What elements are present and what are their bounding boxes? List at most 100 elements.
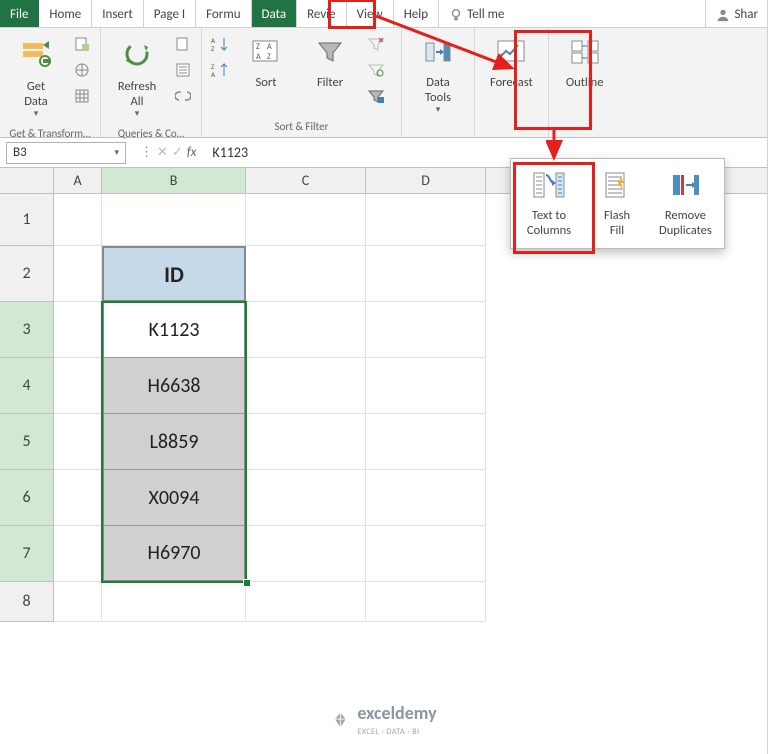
tab-tell-me[interactable]: Tell me <box>439 0 514 27</box>
tell-me-label: Tell me <box>467 7 504 22</box>
cell-D7[interactable] <box>366 526 486 582</box>
data-tools-icon <box>423 37 453 71</box>
cell-B4[interactable]: H6638 <box>102 358 246 414</box>
outline-button[interactable]: Outline <box>555 32 615 95</box>
filter-button[interactable]: Filter <box>300 32 360 95</box>
data-tools-button[interactable]: Data Tools ▾ <box>408 32 468 121</box>
advanced-filter-button[interactable] <box>364 84 388 108</box>
properties-button[interactable] <box>171 58 195 82</box>
cell-D8[interactable] <box>366 582 486 622</box>
cell-C6[interactable] <box>246 470 366 526</box>
group-get-transform: Get Data ▾ Get & Transform… <box>0 28 101 137</box>
lightbulb-icon <box>449 8 463 22</box>
queries-button[interactable] <box>171 32 195 56</box>
forecast-button[interactable]: Forecast <box>481 32 542 95</box>
forecast-icon <box>494 37 528 71</box>
selection-handle[interactable] <box>243 579 251 587</box>
clear-filter-button[interactable] <box>364 32 388 56</box>
cell-C5[interactable] <box>246 414 366 470</box>
row-header-8[interactable]: 8 <box>0 582 54 622</box>
chevron-down-icon: ▾ <box>34 109 39 120</box>
tab-home[interactable]: Home <box>39 0 92 27</box>
cell-A4[interactable] <box>54 358 102 414</box>
sort-asc-button[interactable]: AZ <box>208 32 232 56</box>
row-header-5[interactable]: 5 <box>0 414 54 470</box>
row-header-1[interactable]: 1 <box>0 194 54 246</box>
sort-az-buttons: AZ ZA <box>208 32 232 82</box>
cancel-icon[interactable]: ✕ <box>157 145 168 160</box>
from-table-button[interactable] <box>70 84 94 108</box>
cell-A6[interactable] <box>54 470 102 526</box>
from-web-button[interactable] <box>70 58 94 82</box>
tab-view[interactable]: View <box>347 0 394 27</box>
cell-B1[interactable] <box>102 194 246 246</box>
cell-C2[interactable] <box>246 246 366 302</box>
cell-B6[interactable]: X0094 <box>102 470 246 526</box>
cell-D5[interactable] <box>366 414 486 470</box>
select-all-corner[interactable] <box>0 168 54 193</box>
tab-formulas[interactable]: Formu <box>196 0 251 27</box>
cell-C4[interactable] <box>246 358 366 414</box>
cell-D6[interactable] <box>366 470 486 526</box>
row-header-4[interactable]: 4 <box>0 358 54 414</box>
filter-icon <box>315 37 345 71</box>
watermark: exceldemy EXCEL · DATA · BI <box>331 702 436 738</box>
cell-B7[interactable]: H6970 <box>102 526 246 582</box>
tab-share[interactable]: Shar <box>705 0 768 27</box>
col-header-B[interactable]: B <box>102 168 246 193</box>
cell-A7[interactable] <box>54 526 102 582</box>
reapply-filter-button[interactable] <box>364 58 388 82</box>
group-data-tools-label <box>408 131 468 135</box>
enter-icon[interactable]: ✓ <box>172 145 183 160</box>
cell-C3[interactable] <box>246 302 366 358</box>
cell-B2-header[interactable]: ID <box>102 246 246 302</box>
tab-review[interactable]: Revie <box>297 0 347 27</box>
cell-A8[interactable] <box>54 582 102 622</box>
cell-D2[interactable] <box>366 246 486 302</box>
refresh-all-button[interactable]: Refresh All ▾ <box>107 32 167 125</box>
row-header-7[interactable]: 7 <box>0 526 54 582</box>
get-data-button[interactable]: Get Data ▾ <box>6 32 66 125</box>
tab-help[interactable]: Help <box>394 0 439 27</box>
sort-button[interactable]: ZAAZ Sort <box>236 32 296 95</box>
svg-text:Z: Z <box>267 52 271 62</box>
group-queries: Refresh All ▾ Queries & Co… <box>101 28 202 137</box>
cell-C7[interactable] <box>246 526 366 582</box>
tab-file[interactable]: File <box>0 0 39 27</box>
cell-B3[interactable]: K1123 <box>102 302 246 358</box>
cell-D3[interactable] <box>366 302 486 358</box>
name-box-value: B3 <box>13 145 27 160</box>
svg-text:A: A <box>267 42 272 52</box>
cell-D1[interactable] <box>366 194 486 246</box>
watermark-icon <box>331 711 349 729</box>
text-to-columns-button[interactable]: Text to Columns <box>517 165 581 242</box>
cell-A2[interactable] <box>54 246 102 302</box>
cell-B8[interactable] <box>102 582 246 622</box>
tab-insert[interactable]: Insert <box>92 0 144 27</box>
cell-A3[interactable] <box>54 302 102 358</box>
row-header-2[interactable]: 2 <box>0 246 54 302</box>
col-header-A[interactable]: A <box>54 168 102 193</box>
col-header-C[interactable]: C <box>246 168 366 193</box>
text-to-columns-label: Text to Columns <box>527 209 571 238</box>
row-header-3[interactable]: 3 <box>0 302 54 358</box>
cell-D4[interactable] <box>366 358 486 414</box>
tab-data[interactable]: Data <box>252 0 298 27</box>
fx-icon[interactable]: fx <box>187 145 197 160</box>
name-box[interactable]: B3 ▾ <box>6 142 126 164</box>
from-text-button[interactable] <box>70 32 94 56</box>
cell-B5[interactable]: L8859 <box>102 414 246 470</box>
sort-desc-button[interactable]: ZA <box>208 58 232 82</box>
cell-A5[interactable] <box>54 414 102 470</box>
col-header-D[interactable]: D <box>366 168 486 193</box>
row-header-6[interactable]: 6 <box>0 470 54 526</box>
cell-C1[interactable] <box>246 194 366 246</box>
row-5: 5 L8859 <box>0 414 768 470</box>
tab-page-layout[interactable]: Page I <box>144 0 196 27</box>
flash-fill-button[interactable]: Flash Fill <box>585 165 649 242</box>
cell-A1[interactable] <box>54 194 102 246</box>
remove-duplicates-button[interactable]: Remove Duplicates <box>653 165 718 242</box>
edit-links-button[interactable] <box>171 84 195 108</box>
watermark-tag: EXCEL · DATA · BI <box>357 727 419 737</box>
cell-C8[interactable] <box>246 582 366 622</box>
